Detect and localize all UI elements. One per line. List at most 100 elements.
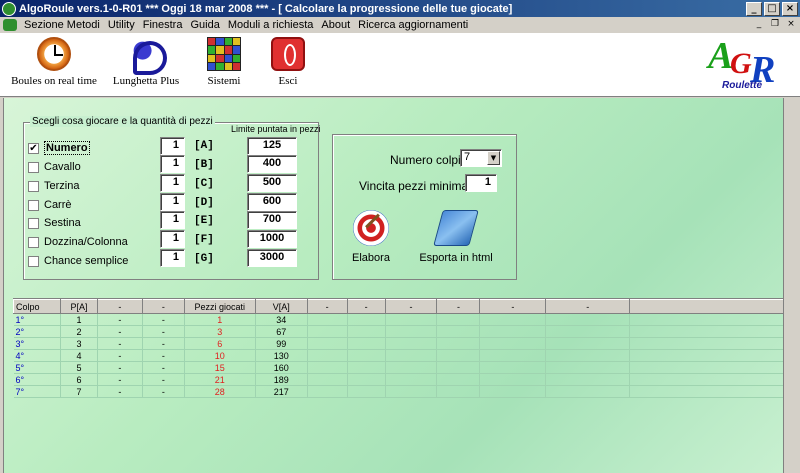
menu-finestra[interactable]: Finestra bbox=[139, 19, 187, 31]
checkbox-box[interactable] bbox=[28, 255, 39, 267]
col-header-dash[interactable]: - bbox=[346, 299, 386, 314]
menu-about[interactable]: About bbox=[317, 19, 354, 31]
pencil-icon bbox=[433, 210, 479, 246]
esci-label: Esci bbox=[278, 75, 298, 87]
limit-input-g[interactable]: 3000 bbox=[247, 249, 297, 267]
table-row[interactable]: 3° 3 - - 6 99 bbox=[13, 337, 784, 350]
numero-colpi-label: Numero colpi bbox=[390, 153, 461, 167]
cell-pezzi-giocati: 3 bbox=[184, 325, 256, 338]
col-header-dash[interactable]: - bbox=[545, 299, 631, 314]
window-title: AlgoRoule vers.1-0-R01 *** Oggi 18 mar 2… bbox=[19, 2, 513, 15]
checkbox-box[interactable] bbox=[28, 236, 39, 248]
checkbox-numero[interactable]: ✔ Numero bbox=[28, 141, 90, 155]
logo-subtitle: Roulette bbox=[722, 80, 762, 91]
lunghetta-button[interactable]: Lunghetta Plus bbox=[106, 37, 186, 87]
table-row[interactable]: 1° 1 - - 1 34 bbox=[13, 313, 784, 326]
table-row[interactable]: 5° 5 - - 15 160 bbox=[13, 361, 784, 374]
sistemi-button[interactable]: Sistemi bbox=[198, 37, 250, 87]
checkbox-carre[interactable]: Carrè bbox=[28, 198, 72, 212]
main-panel: Scegli cosa giocare e la quantità di pez… bbox=[3, 98, 784, 473]
cell-dash: - bbox=[142, 313, 185, 326]
esporta-html-button[interactable]: Esporta in html bbox=[416, 210, 496, 264]
checkbox-box[interactable] bbox=[28, 217, 39, 229]
cell-pa: 7 bbox=[60, 385, 98, 398]
chevron-down-icon[interactable]: ▼ bbox=[487, 151, 500, 165]
table-row[interactable]: 7° 7 - - 28 217 bbox=[13, 385, 784, 398]
col-header-dash[interactable]: - bbox=[384, 299, 438, 314]
checkbox-cavallo[interactable]: Cavallo bbox=[28, 160, 81, 174]
checkbox-chance-semplice[interactable]: Chance semplice bbox=[28, 254, 128, 268]
col-header-va[interactable]: V[A] bbox=[254, 299, 308, 314]
play-selection-legend: Scegli cosa giocare e la quantità di pez… bbox=[30, 116, 215, 127]
cell-pa: 3 bbox=[60, 337, 98, 350]
limit-input-a[interactable]: 125 bbox=[247, 137, 297, 155]
col-header-empty[interactable] bbox=[629, 299, 784, 314]
checkbox-dozzina-colonna[interactable]: Dozzina/Colonna bbox=[28, 235, 128, 249]
checkbox-box[interactable] bbox=[28, 180, 39, 192]
mdi-minimize-button[interactable]: _ bbox=[752, 19, 766, 31]
col-header-dash[interactable]: - bbox=[479, 299, 547, 314]
cell-pezzi-giocati: 6 bbox=[184, 337, 256, 350]
cell-pa: 6 bbox=[60, 373, 98, 386]
menu-sezione-metodi[interactable]: Sezione Metodi bbox=[20, 19, 104, 31]
col-header-dash[interactable]: - bbox=[141, 299, 185, 314]
mdi-close-button[interactable]: × bbox=[784, 19, 798, 31]
app-icon[interactable] bbox=[2, 1, 16, 16]
cell-pezzi-giocati: 28 bbox=[184, 385, 256, 398]
qty-input-g[interactable]: 1 bbox=[160, 249, 185, 267]
col-header-dash[interactable]: - bbox=[96, 299, 143, 314]
col-header-pezzi-giocati[interactable]: Pezzi giocati bbox=[183, 299, 256, 314]
cell-pezzi-giocati: 21 bbox=[184, 373, 256, 386]
minimize-button[interactable]: _ bbox=[746, 1, 762, 16]
numero-colpi-value: 7 bbox=[464, 151, 471, 163]
table-row[interactable]: 4° 4 - - 10 130 bbox=[13, 349, 784, 362]
qty-input-b[interactable]: 1 bbox=[160, 155, 185, 173]
col-header-dash[interactable]: - bbox=[306, 299, 348, 314]
agr-roulette-logo: A G R Roulette bbox=[708, 36, 780, 94]
letter-label-e: [E] bbox=[194, 215, 214, 227]
esci-button[interactable]: Esci bbox=[266, 37, 310, 87]
col-header-pa[interactable]: P[A] bbox=[59, 299, 98, 314]
checkbox-terzina[interactable]: Terzina bbox=[28, 179, 79, 193]
limit-input-c[interactable]: 500 bbox=[247, 174, 297, 192]
qty-input-d[interactable]: 1 bbox=[160, 193, 185, 211]
maximize-button[interactable]: □ bbox=[764, 1, 780, 16]
qty-input-f[interactable]: 1 bbox=[160, 230, 185, 248]
limit-input-e[interactable]: 700 bbox=[247, 211, 297, 229]
menu-ricerca-aggiornamenti[interactable]: Ricerca aggiornamenti bbox=[354, 19, 472, 31]
col-header-dash[interactable]: - bbox=[436, 299, 481, 314]
checkbox-box[interactable]: ✔ bbox=[28, 142, 39, 154]
cell-dash: - bbox=[97, 337, 143, 350]
close-button[interactable]: × bbox=[782, 1, 798, 16]
col-header-colpo[interactable]: Colpo bbox=[13, 299, 61, 314]
elabora-button[interactable]: Elabora bbox=[346, 210, 396, 264]
limit-input-b[interactable]: 400 bbox=[247, 155, 297, 173]
cell-colpo: 6° bbox=[13, 373, 61, 386]
menu-utility[interactable]: Utility bbox=[104, 19, 139, 31]
mdi-restore-button[interactable]: ❐ bbox=[768, 19, 782, 31]
qty-input-a[interactable]: 1 bbox=[160, 137, 185, 155]
cell-dash: - bbox=[97, 349, 143, 362]
menu-moduli[interactable]: Moduli a richiesta bbox=[224, 19, 318, 31]
menu-guida[interactable]: Guida bbox=[186, 19, 223, 31]
boules-button[interactable]: Boules on real time bbox=[6, 37, 102, 87]
cell-colpo: 4° bbox=[13, 349, 61, 362]
limit-input-f[interactable]: 1000 bbox=[247, 230, 297, 248]
qty-input-c[interactable]: 1 bbox=[160, 174, 185, 192]
checkbox-box[interactable] bbox=[28, 199, 39, 211]
checkbox-box[interactable] bbox=[28, 161, 39, 173]
mdi-child-icon[interactable] bbox=[3, 19, 17, 31]
cell-va: 130 bbox=[255, 349, 308, 362]
checkbox-sestina[interactable]: Sestina bbox=[28, 216, 81, 230]
cell-va: 67 bbox=[255, 325, 308, 338]
vincita-input[interactable]: 1 bbox=[465, 174, 497, 192]
cell-pa: 5 bbox=[60, 361, 98, 374]
results-grid[interactable]: Colpo P[A] - - Pezzi giocati V[A] - - - … bbox=[13, 298, 784, 473]
qty-input-e[interactable]: 1 bbox=[160, 211, 185, 229]
limit-input-d[interactable]: 600 bbox=[247, 193, 297, 211]
numero-colpi-select[interactable]: 7 ▼ bbox=[460, 149, 502, 167]
table-row[interactable]: 2° 2 - - 3 67 bbox=[13, 325, 784, 338]
table-row[interactable]: 6° 6 - - 21 189 bbox=[13, 373, 784, 386]
esporta-label: Esporta in html bbox=[419, 252, 493, 264]
title-bar: AlgoRoule vers.1-0-R01 *** Oggi 18 mar 2… bbox=[0, 0, 800, 17]
